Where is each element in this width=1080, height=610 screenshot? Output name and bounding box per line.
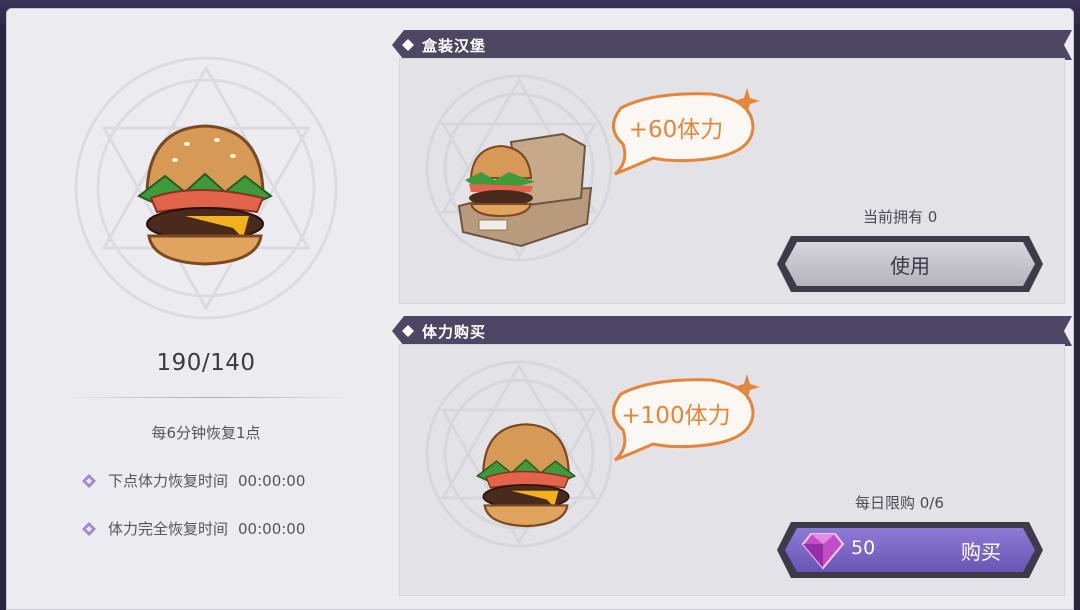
price-label: 50 (851, 537, 876, 559)
full-recover-row: 体力完全恢复时间 00:00:00 (82, 518, 305, 539)
use-button-label: 使用 (890, 254, 930, 278)
next-recover-label: 下点体力恢复时间 (108, 472, 229, 490)
full-recover-time: 00:00:00 (238, 519, 306, 538)
stamina-value: 190/140 (156, 350, 256, 376)
use-button[interactable]: 使用 (777, 232, 1043, 296)
burger-icon (475, 423, 577, 528)
stamina-purchase-card: +100体力 每日限购 0/6 50 购买 (399, 344, 1065, 596)
gem-icon (801, 533, 845, 570)
bonus-text: +100体力 (621, 403, 731, 429)
boxed-burger-title: 盒装汉堡 (422, 37, 487, 55)
full-recover-label: 体力完全恢复时间 (108, 520, 229, 538)
stamina-purchase-header: 体力购买 (392, 316, 1072, 346)
next-recover-time: 00:00:00 (238, 471, 306, 490)
bonus-text: +60体力 (628, 117, 724, 143)
next-recover-row: 下点体力恢复时间 00:00:00 (82, 470, 305, 491)
stamina-panel: 190/140 每6分钟恢复1点 下点体力恢复时间 00:00:00 体力完全恢… (6, 8, 1074, 610)
diamond-bullet-icon (82, 473, 96, 488)
owned-count: 当前拥有 0 (863, 208, 938, 226)
boxed-burger-header: 盒装汉堡 (392, 30, 1072, 60)
header-banner (392, 30, 1072, 60)
divider (66, 397, 356, 398)
buy-button[interactable]: 50 购买 (777, 518, 1043, 582)
boxed-burger-icon (457, 132, 593, 248)
bonus-bubble: +100体力 (601, 374, 763, 464)
diamond-bullet-icon (82, 521, 96, 536)
bonus-bubble: +60体力 (601, 88, 763, 178)
buy-button-label: 购买 (961, 540, 1001, 564)
burger-icon (137, 124, 273, 266)
boxed-burger-card: +60体力 当前拥有 0 使用 (399, 58, 1065, 304)
header-banner (392, 316, 1072, 346)
daily-limit: 每日限购 0/6 (855, 494, 944, 512)
stamina-purchase-title: 体力购买 (422, 323, 487, 341)
recover-rate: 每6分钟恢复1点 (151, 424, 261, 442)
